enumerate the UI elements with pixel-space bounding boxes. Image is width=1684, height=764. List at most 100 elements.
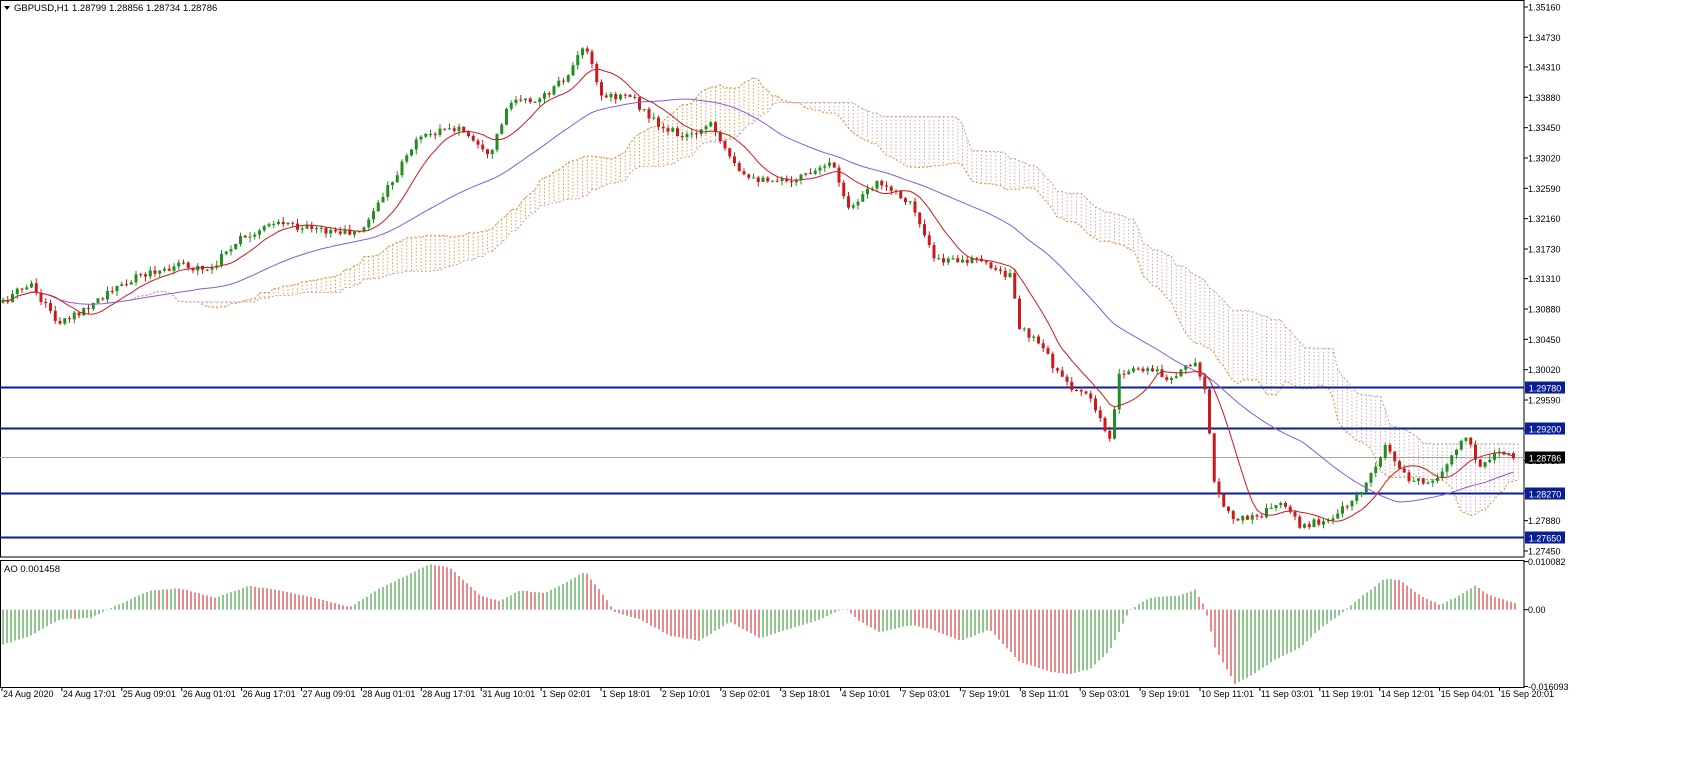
candle-body xyxy=(405,155,409,162)
candle-body xyxy=(1174,376,1178,378)
candle-body xyxy=(1483,462,1487,467)
candle-body xyxy=(277,221,280,224)
candle-body xyxy=(1222,494,1226,507)
candle-body xyxy=(300,228,304,230)
candle-body xyxy=(1008,273,1012,278)
candle-body xyxy=(1046,348,1050,354)
candle-body xyxy=(148,270,152,277)
candle-body xyxy=(1355,494,1359,501)
cloud-span-b xyxy=(126,102,1519,445)
candle-body xyxy=(395,175,399,183)
candle-body xyxy=(1469,437,1473,445)
candle-body xyxy=(167,268,171,271)
main-pane-frame xyxy=(0,0,1525,558)
candle-body xyxy=(258,230,261,235)
candle-body xyxy=(1312,519,1316,528)
candle-body xyxy=(158,270,162,274)
candle-body xyxy=(291,222,295,224)
time-tick-label: 7 Sep 03:01 xyxy=(902,689,951,699)
candle-body xyxy=(1331,518,1335,521)
candle-body xyxy=(809,173,812,175)
candle-body xyxy=(1056,368,1059,371)
candle-body xyxy=(1160,369,1164,378)
price-tick-label: 1.33450 xyxy=(1528,123,1561,133)
candle-body xyxy=(1322,521,1325,525)
time-tick-label: 15 Sep 20:01 xyxy=(1501,689,1555,699)
candle-body xyxy=(129,282,133,285)
time-tick-label: 28 Aug 01:01 xyxy=(362,689,415,699)
candle-body xyxy=(861,194,865,202)
candle-body xyxy=(780,178,784,182)
candle-body xyxy=(324,227,328,234)
price-tick-label: 1.34730 xyxy=(1528,33,1561,43)
candle-body xyxy=(1236,519,1240,521)
candle-body xyxy=(766,177,770,182)
candle-body xyxy=(799,174,803,180)
candle-body xyxy=(932,245,936,259)
time-tick-label: 27 Aug 09:01 xyxy=(303,689,356,699)
candle-body xyxy=(1488,459,1492,463)
candle-body xyxy=(1198,362,1202,377)
candle-body xyxy=(1227,506,1230,512)
candle-body xyxy=(115,285,119,292)
time-tick-label: 24 Aug 17:01 xyxy=(63,689,116,699)
ma-fast-line xyxy=(2,68,1514,522)
candle-body xyxy=(1037,336,1040,344)
candle-body xyxy=(1455,449,1458,456)
candle-body xyxy=(585,48,589,52)
candle-body xyxy=(942,258,945,263)
candle-body xyxy=(1350,500,1354,507)
candle-body xyxy=(305,225,309,229)
candle-body xyxy=(1013,273,1017,299)
time-tick-label: 11 Sep 03:01 xyxy=(1261,689,1314,699)
candle-body xyxy=(666,128,670,132)
candle-body xyxy=(1127,371,1131,375)
candle-body xyxy=(828,162,831,166)
candle-body xyxy=(15,288,19,295)
candle-body xyxy=(1360,492,1363,495)
candle-body xyxy=(1003,270,1007,278)
candle-body xyxy=(1393,451,1397,462)
candle-body xyxy=(495,133,499,150)
candle-body xyxy=(927,235,931,246)
candle-body xyxy=(1217,481,1221,495)
candle-body xyxy=(956,258,960,263)
candle-body xyxy=(737,163,741,172)
candle-body xyxy=(267,224,271,227)
candle-body xyxy=(30,283,33,288)
candle-body xyxy=(866,188,869,195)
candle-body xyxy=(1141,368,1145,372)
candle-body xyxy=(1412,480,1416,482)
candle-body xyxy=(1155,369,1159,372)
price-tick-label: 1.27450 xyxy=(1528,547,1561,557)
candle-body xyxy=(961,259,964,263)
candle-body xyxy=(1117,373,1121,410)
candle-body xyxy=(1274,505,1278,508)
candle-body xyxy=(676,128,679,137)
candle-body xyxy=(1478,459,1482,467)
candle-body xyxy=(1075,389,1078,391)
chart-svg: 1.35160 1.34730 1.34310 1.33880 1.33450 1.330… xyxy=(0,0,1569,699)
candle-body xyxy=(1027,328,1031,338)
candle-body xyxy=(842,182,846,197)
candle-body xyxy=(923,224,926,236)
candle-body xyxy=(1170,377,1173,380)
candle-body xyxy=(908,201,912,203)
candle-body xyxy=(752,177,755,179)
time-tick-label: 28 Aug 17:01 xyxy=(422,689,475,699)
time-tick-label: 31 Aug 10:01 xyxy=(482,689,535,699)
time-tick-label: 14 Sep 12:01 xyxy=(1381,689,1435,699)
time-tick-label: 7 Sep 19:01 xyxy=(961,689,1010,699)
candle-body xyxy=(272,223,276,225)
candle-body xyxy=(728,148,732,157)
candle-body xyxy=(319,227,323,229)
candle-body xyxy=(1060,370,1064,377)
candle-body xyxy=(657,117,660,127)
candle-body xyxy=(243,235,247,238)
candle-body xyxy=(1018,298,1021,330)
candle-body xyxy=(609,94,613,98)
candle-body xyxy=(671,128,675,132)
time-tick-label: 1 Sep 18:01 xyxy=(602,689,651,699)
price-tick-label: 1.32590 xyxy=(1528,184,1561,194)
time-tick-label: 1 Sep 02:01 xyxy=(542,689,591,699)
